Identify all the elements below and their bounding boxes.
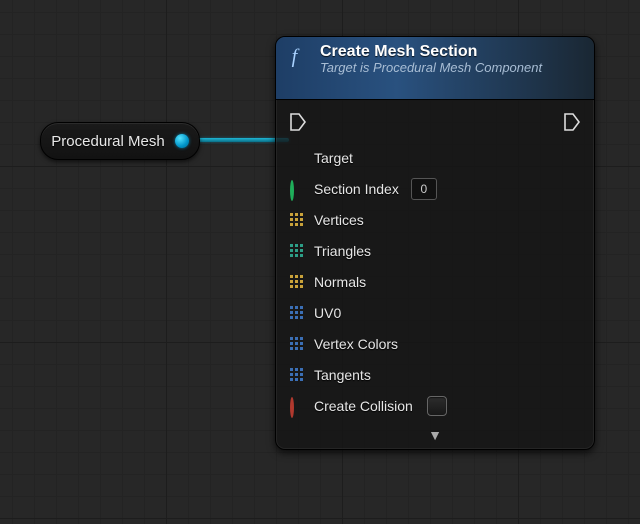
var-node-label: Procedural Mesh bbox=[41, 133, 175, 150]
label-vertices: Vertices bbox=[314, 212, 364, 228]
expand-node-icon[interactable]: ▼ bbox=[290, 427, 580, 443]
input-pin-section-index[interactable] bbox=[290, 182, 304, 196]
node-title: Create Mesh Section bbox=[320, 43, 542, 61]
exec-out-pin[interactable] bbox=[564, 113, 580, 131]
input-pin-triangles[interactable] bbox=[290, 244, 304, 258]
node-header[interactable]: f Create Mesh Section Target is Procedur… bbox=[276, 37, 594, 100]
exec-in-pin[interactable] bbox=[290, 113, 306, 131]
label-create-collision: Create Collision bbox=[314, 398, 413, 414]
input-section-index-value[interactable]: 0 bbox=[411, 178, 437, 200]
input-row-tangents: Tangents bbox=[290, 359, 580, 390]
label-section-index: Section Index bbox=[314, 181, 399, 197]
node-create-mesh-section[interactable]: f Create Mesh Section Target is Procedur… bbox=[275, 36, 595, 450]
label-uv0: UV0 bbox=[314, 305, 341, 321]
label-vertex-colors: Vertex Colors bbox=[314, 336, 398, 352]
input-pin-create-collision[interactable] bbox=[290, 399, 304, 413]
node-body: Target Section Index 0 Vertices Triangle… bbox=[276, 100, 594, 447]
input-pin-target[interactable] bbox=[290, 151, 304, 165]
input-row-vertex-colors: Vertex Colors bbox=[290, 328, 580, 359]
input-pin-vertex-colors[interactable] bbox=[290, 337, 304, 351]
input-pin-tangents[interactable] bbox=[290, 368, 304, 382]
input-row-vertices: Vertices bbox=[290, 204, 580, 235]
input-row-target: Target bbox=[290, 142, 580, 173]
label-triangles: Triangles bbox=[314, 243, 371, 259]
blueprint-graph[interactable]: Procedural Mesh f Create Mesh Section Ta… bbox=[0, 0, 640, 524]
input-row-uv0: UV0 bbox=[290, 297, 580, 328]
checkbox-create-collision[interactable] bbox=[427, 396, 447, 416]
input-row-normals: Normals bbox=[290, 266, 580, 297]
input-pin-vertices[interactable] bbox=[290, 213, 304, 227]
input-pin-normals[interactable] bbox=[290, 275, 304, 289]
svg-text:f: f bbox=[292, 45, 300, 67]
output-pin-procedural-mesh[interactable] bbox=[175, 134, 189, 148]
function-icon: f bbox=[288, 45, 310, 67]
node-procedural-mesh-getter[interactable]: Procedural Mesh bbox=[40, 122, 200, 160]
input-pin-uv0[interactable] bbox=[290, 306, 304, 320]
label-normals: Normals bbox=[314, 274, 366, 290]
label-tangents: Tangents bbox=[314, 367, 371, 383]
input-row-section-index: Section Index 0 bbox=[290, 173, 580, 204]
wire-target bbox=[189, 138, 289, 142]
input-row-triangles: Triangles bbox=[290, 235, 580, 266]
input-row-create-collision: Create Collision bbox=[290, 390, 580, 421]
label-target: Target bbox=[314, 150, 353, 166]
node-subtitle: Target is Procedural Mesh Component bbox=[320, 61, 542, 76]
